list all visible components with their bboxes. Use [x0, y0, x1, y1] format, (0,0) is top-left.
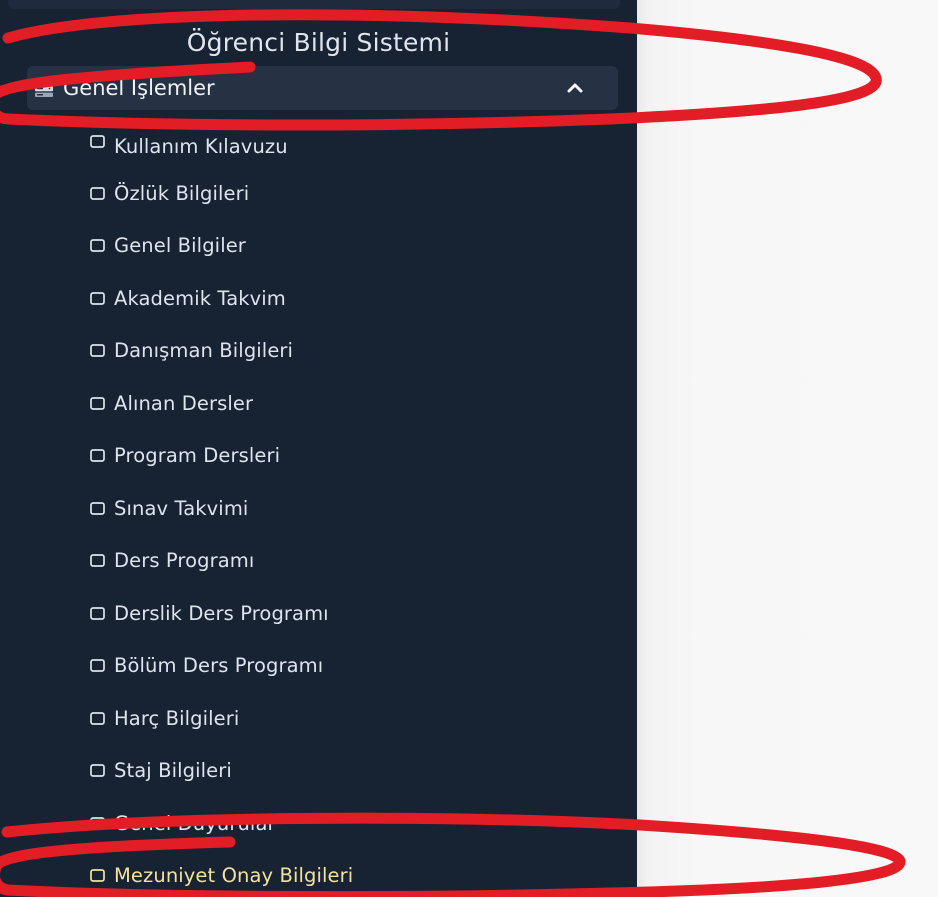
sidebar-item-label: Danışman Bilgileri [114, 339, 294, 363]
square-icon [90, 606, 105, 620]
sidebar-item-label: Bölüm Ders Programı [114, 654, 324, 678]
sidebar-item-label: Derslik Ders Programı [114, 601, 329, 625]
square-icon [90, 554, 105, 568]
sidebar-item-label: Kullanım Kılavuzu [114, 135, 288, 158]
square-icon [90, 449, 105, 463]
sidebar-menu-list: Kullanım Kılavuzu Özlük Bilgileri Genel … [90, 121, 590, 897]
sidebar-item-label: Mezuniyet Onay Bilgileri [114, 864, 354, 888]
sidebar-item-label: Genel Duyurular [114, 811, 276, 835]
sidebar-item-label: Genel Bilgiler [114, 234, 246, 258]
sidebar-item-alinan-dersler[interactable]: Alınan Dersler [90, 377, 590, 430]
sidebar-item-sinav-takvimi[interactable]: Sınav Takvimi [90, 482, 590, 535]
sidebar-item-label: Ders Programı [114, 549, 255, 573]
square-icon [90, 869, 105, 883]
sidebar-item-label: Akademik Takvim [114, 286, 286, 310]
sidebar-item-label: Program Dersleri [114, 444, 281, 468]
sidebar-item-akademik-takvim[interactable]: Akademik Takvim [90, 272, 590, 325]
sidebar-item-genel-duyurular[interactable]: Genel Duyurular [90, 797, 590, 850]
sidebar-item-harc-bilgileri[interactable]: Harç Bilgileri [90, 692, 590, 745]
sidebar-item-danisman-bilgileri[interactable]: Danışman Bilgileri [90, 325, 590, 378]
chevron-up-icon[interactable] [565, 81, 585, 95]
sidebar-item-mezuniyet-onay-bilgileri[interactable]: Mezuniyet Onay Bilgileri [90, 850, 590, 897]
square-icon [90, 711, 105, 725]
square-icon [90, 344, 105, 358]
sidebar-item-staj-bilgileri[interactable]: Staj Bilgileri [90, 745, 590, 798]
square-icon [90, 396, 105, 410]
sidebar-item-ders-programi[interactable]: Ders Programı [90, 535, 590, 588]
square-icon [90, 764, 105, 778]
server-icon [35, 79, 53, 97]
screenshot-page: Öğrenci Bilgi Sistemi Genel İşlemler Kul… [0, 0, 938, 897]
sidebar-item-kullanim-kilavuzu[interactable]: Kullanım Kılavuzu [90, 121, 590, 167]
square-icon [90, 816, 105, 830]
square-icon [90, 239, 105, 253]
section-header-genel-islemler[interactable]: Genel İşlemler [27, 66, 618, 110]
sidebar-item-label: Staj Bilgileri [114, 759, 232, 783]
sidebar-item-label: Harç Bilgileri [114, 706, 240, 730]
sidebar-item-ozluk-bilgileri[interactable]: Özlük Bilgileri [90, 167, 590, 220]
sidebar-item-label: Özlük Bilgileri [114, 181, 250, 205]
sidebar: Öğrenci Bilgi Sistemi Genel İşlemler Kul… [0, 0, 637, 897]
sidebar-item-label: Alınan Dersler [114, 391, 254, 415]
sidebar-item-program-dersleri[interactable]: Program Dersleri [90, 430, 590, 483]
square-icon [90, 186, 105, 200]
square-icon [90, 291, 105, 305]
square-icon [90, 135, 105, 148]
sidebar-item-label: Sınav Takvimi [114, 496, 249, 520]
sidebar-item-derslik-ders-programi[interactable]: Derslik Ders Programı [90, 587, 590, 640]
sidebar-top-strip [8, 0, 620, 9]
app-title: Öğrenci Bilgi Sistemi [186, 28, 451, 57]
section-label: Genel İşlemler [63, 76, 215, 100]
main-content-area [637, 0, 938, 897]
square-icon [90, 659, 105, 673]
sidebar-item-bolum-ders-programi[interactable]: Bölüm Ders Programı [90, 640, 590, 693]
sidebar-item-genel-bilgiler[interactable]: Genel Bilgiler [90, 220, 590, 273]
square-icon [90, 501, 105, 515]
